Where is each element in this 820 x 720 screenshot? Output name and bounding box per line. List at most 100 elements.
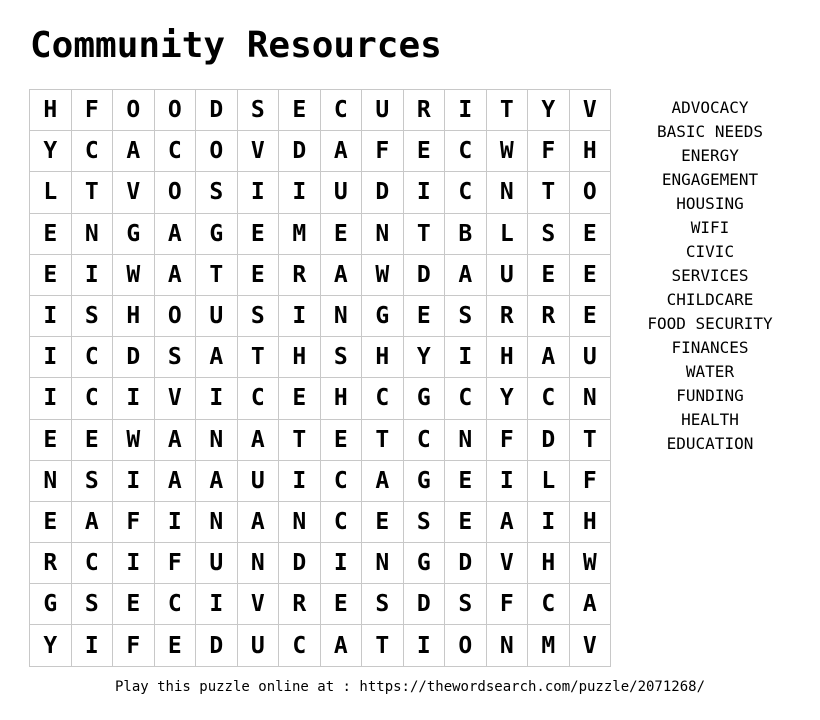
grid-cell[interactable]: W [112, 253, 155, 296]
grid-cell[interactable]: F [112, 500, 155, 544]
grid-cell[interactable]: E [278, 377, 321, 420]
grid-cell[interactable]: S [195, 171, 238, 214]
grid-cell[interactable]: E [236, 212, 279, 255]
grid-cell[interactable]: Y [402, 336, 445, 379]
grid-cell[interactable]: I [402, 171, 445, 214]
grid-cell[interactable]: I [444, 336, 487, 379]
grid-cell[interactable]: G [402, 377, 445, 420]
grid-cell[interactable]: A [153, 253, 196, 296]
grid-cell[interactable]: I [236, 171, 279, 214]
grid-cell[interactable]: U [236, 459, 279, 502]
grid-cell[interactable]: H [568, 130, 611, 173]
grid-cell[interactable]: C [402, 418, 445, 461]
grid-cell[interactable]: V [112, 171, 155, 214]
grid-cell[interactable]: A [153, 418, 196, 461]
grid-cell[interactable]: E [278, 88, 321, 132]
grid-cell[interactable]: I [29, 294, 72, 338]
grid-cell[interactable]: F [361, 130, 404, 173]
grid-cell[interactable]: L [485, 212, 528, 255]
grid-cell[interactable]: A [319, 624, 362, 667]
grid-cell[interactable]: V [568, 88, 611, 132]
grid-cell[interactable]: U [195, 294, 238, 338]
grid-cell[interactable]: A [153, 212, 196, 255]
grid-cell[interactable]: E [70, 418, 113, 461]
grid-cell[interactable]: C [319, 88, 362, 132]
grid-cell[interactable]: V [153, 377, 196, 420]
grid-cell[interactable]: C [70, 336, 113, 379]
grid-cell[interactable]: A [568, 583, 611, 626]
grid-cell[interactable]: C [444, 130, 487, 173]
grid-cell[interactable]: T [402, 212, 445, 255]
grid-cell[interactable]: H [319, 377, 362, 420]
grid-cell[interactable]: I [278, 171, 321, 214]
grid-cell[interactable]: A [236, 418, 279, 461]
grid-cell[interactable]: N [236, 542, 279, 585]
grid-cell[interactable]: E [319, 212, 362, 255]
grid-cell[interactable]: E [29, 212, 72, 255]
grid-cell[interactable]: I [112, 459, 155, 502]
grid-cell[interactable]: C [153, 583, 196, 626]
grid-cell[interactable]: F [568, 459, 611, 502]
grid-cell[interactable]: I [70, 624, 113, 667]
grid-cell[interactable]: O [112, 88, 155, 132]
grid-cell[interactable]: D [278, 130, 321, 173]
grid-cell[interactable]: S [444, 583, 487, 626]
grid-cell[interactable]: A [112, 130, 155, 173]
grid-cell[interactable]: D [527, 418, 570, 461]
grid-cell[interactable]: O [568, 171, 611, 214]
grid-cell[interactable]: N [485, 624, 528, 667]
grid-cell[interactable]: A [319, 130, 362, 173]
grid-cell[interactable]: G [402, 542, 445, 585]
grid-cell[interactable]: S [361, 583, 404, 626]
grid-cell[interactable]: N [568, 377, 611, 420]
grid-cell[interactable]: C [444, 171, 487, 214]
grid-cell[interactable]: Y [527, 88, 570, 132]
grid-cell[interactable]: E [527, 253, 570, 296]
grid-cell[interactable]: N [29, 459, 72, 502]
grid-cell[interactable]: G [402, 459, 445, 502]
grid-cell[interactable]: I [112, 542, 155, 585]
grid-cell[interactable]: E [319, 583, 362, 626]
grid-cell[interactable]: B [444, 212, 487, 255]
grid-cell[interactable]: N [70, 212, 113, 255]
grid-cell[interactable]: R [278, 583, 321, 626]
grid-cell[interactable]: R [278, 253, 321, 296]
grid-cell[interactable]: R [402, 88, 445, 132]
grid-cell[interactable]: D [195, 624, 238, 667]
grid-cell[interactable]: S [319, 336, 362, 379]
grid-cell[interactable]: S [402, 500, 445, 544]
grid-cell[interactable]: T [195, 253, 238, 296]
grid-cell[interactable]: E [361, 500, 404, 544]
grid-cell[interactable]: C [278, 624, 321, 667]
grid-cell[interactable]: A [485, 500, 528, 544]
grid-cell[interactable]: M [278, 212, 321, 255]
grid-cell[interactable]: N [485, 171, 528, 214]
grid-cell[interactable]: O [153, 88, 196, 132]
grid-cell[interactable]: A [195, 459, 238, 502]
grid-cell[interactable]: W [568, 542, 611, 585]
grid-cell[interactable]: U [485, 253, 528, 296]
grid-cell[interactable]: S [70, 459, 113, 502]
grid-cell[interactable]: I [402, 624, 445, 667]
grid-cell[interactable]: I [195, 583, 238, 626]
grid-cell[interactable]: V [485, 542, 528, 585]
grid-cell[interactable]: R [29, 542, 72, 585]
grid-cell[interactable]: E [568, 294, 611, 338]
grid-cell[interactable]: E [402, 130, 445, 173]
grid-cell[interactable]: A [153, 459, 196, 502]
grid-cell[interactable]: V [236, 130, 279, 173]
grid-cell[interactable]: U [195, 542, 238, 585]
grid-cell[interactable]: E [29, 500, 72, 544]
grid-cell[interactable]: E [444, 459, 487, 502]
grid-cell[interactable]: G [29, 583, 72, 626]
grid-cell[interactable]: O [153, 294, 196, 338]
grid-cell[interactable]: G [112, 212, 155, 255]
grid-cell[interactable]: F [153, 542, 196, 585]
grid-cell[interactable]: T [278, 418, 321, 461]
grid-cell[interactable]: I [70, 253, 113, 296]
grid-cell[interactable]: T [361, 418, 404, 461]
grid-cell[interactable]: A [236, 500, 279, 544]
grid-cell[interactable]: S [527, 212, 570, 255]
grid-cell[interactable]: F [485, 418, 528, 461]
grid-cell[interactable]: S [236, 88, 279, 132]
